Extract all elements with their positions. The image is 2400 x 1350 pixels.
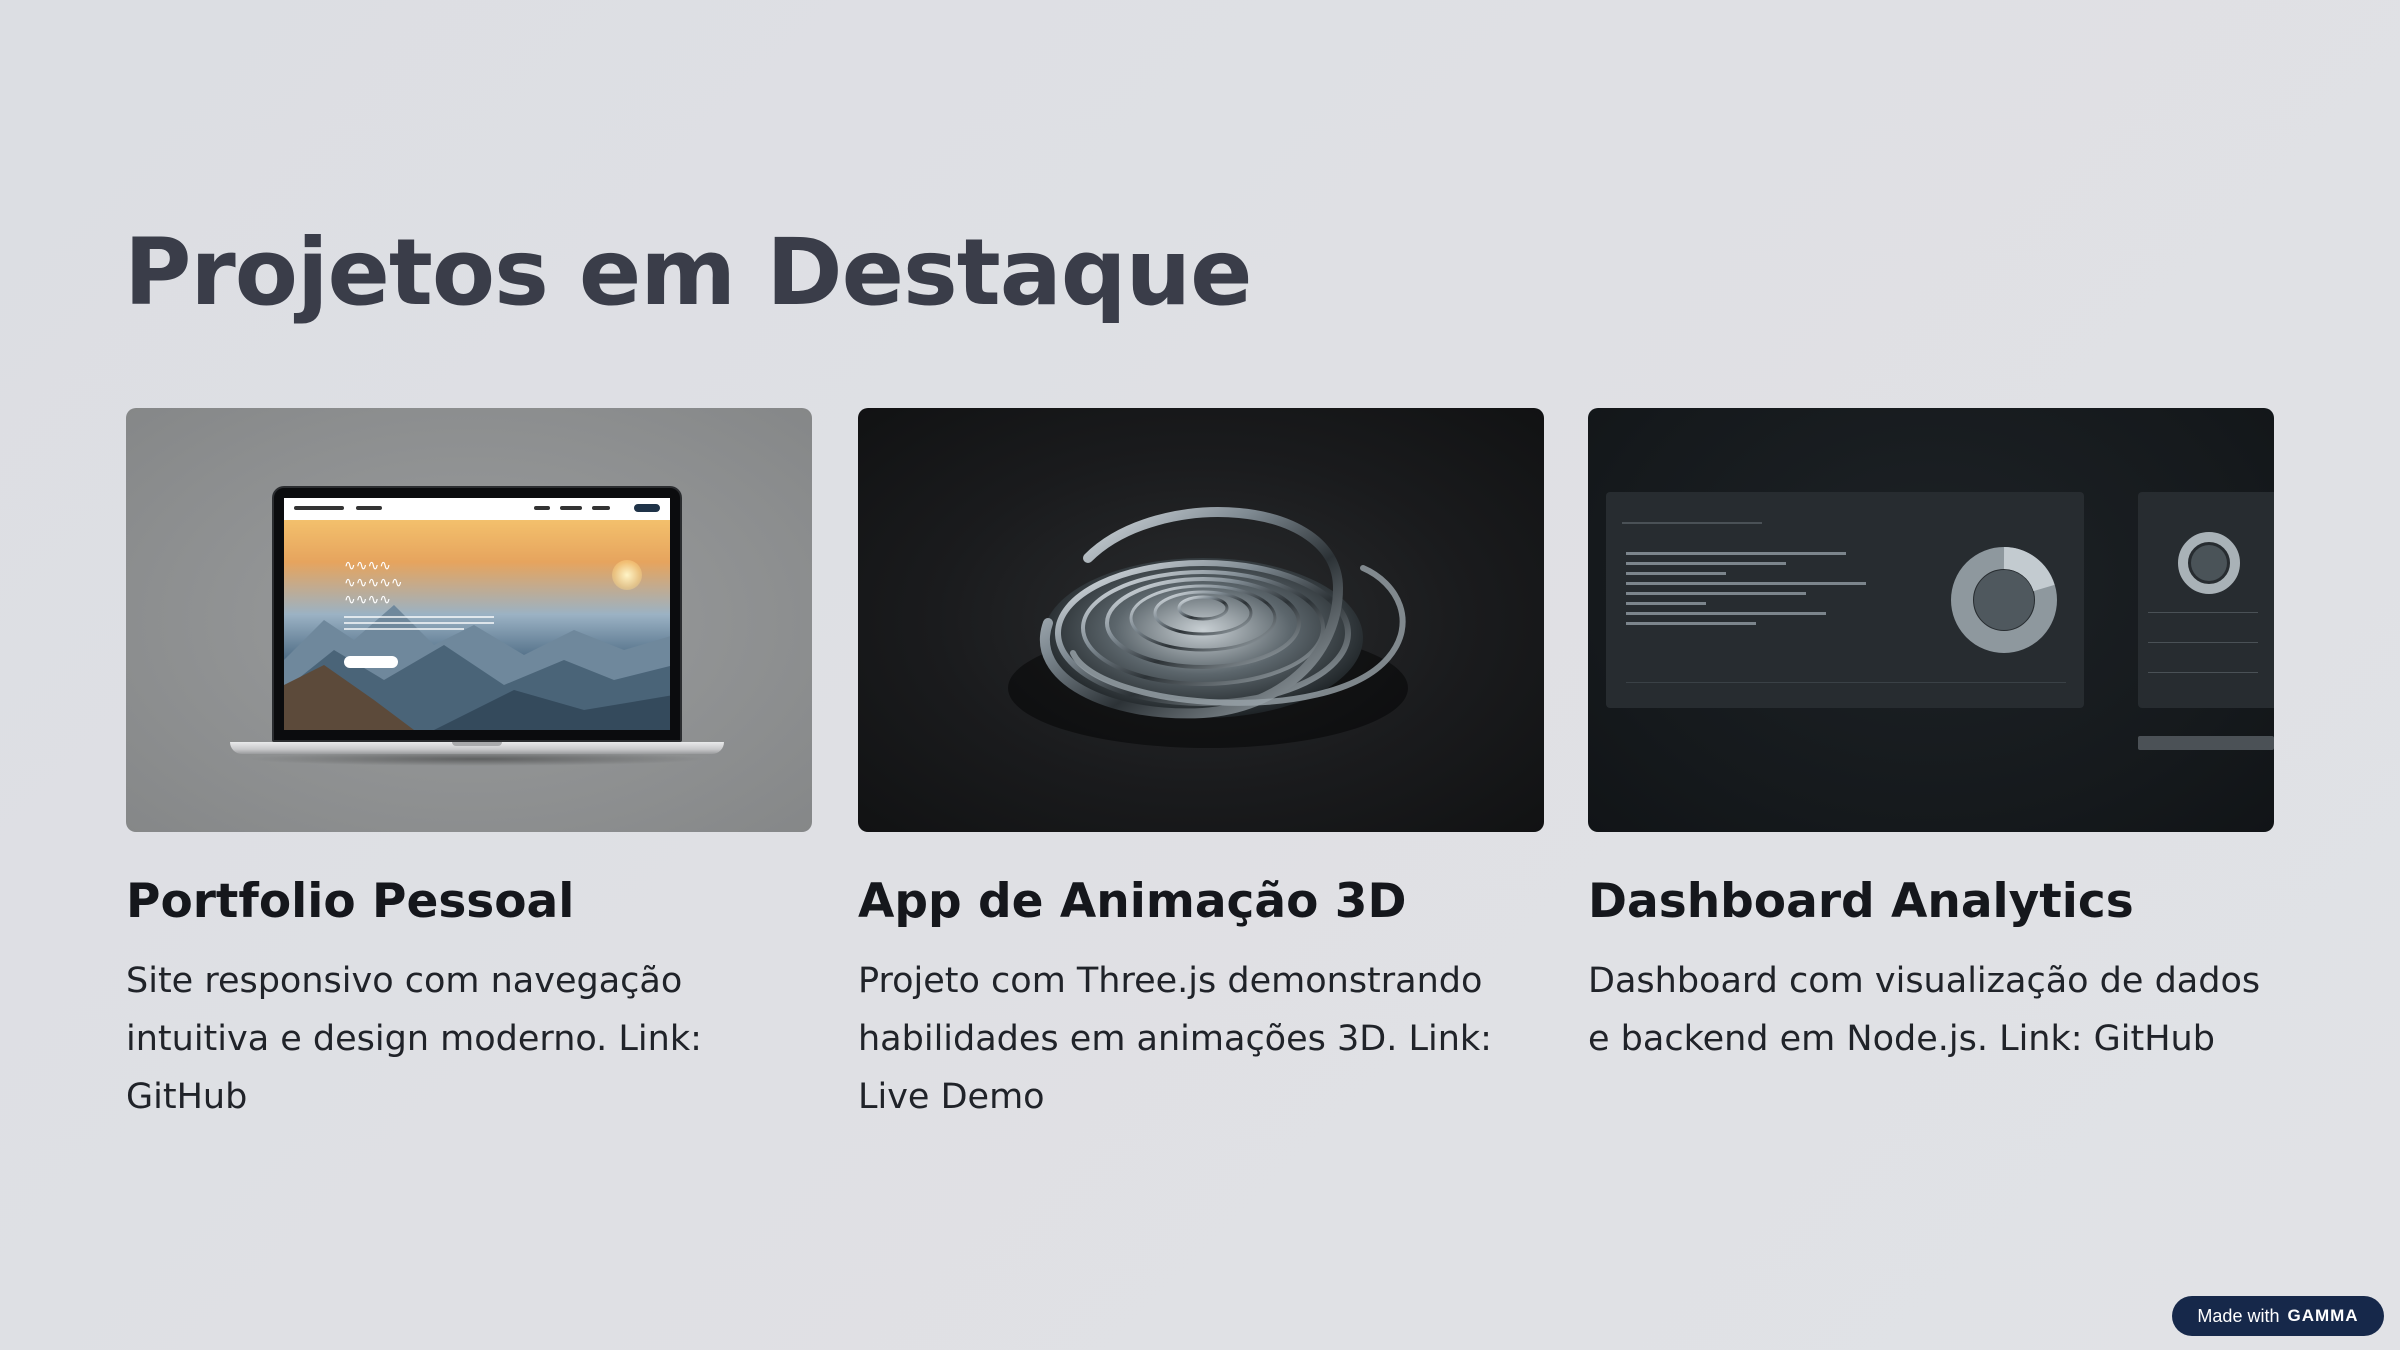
card-description: Projeto com Three.js demonstrando habili… [858,961,1492,1118]
badge-prefix: Made with [2197,1305,2280,1326]
3d-swirl-image [858,408,1544,832]
made-with-gamma-badge[interactable]: Made with GAMMA [2172,1296,2384,1336]
laptop-notch [452,742,502,746]
laptop-screen: ∿∿∿∿ ∿∿∿∿∿ ∿∿∿∿ [272,486,682,742]
project-card-portfolio[interactable]: ∿∿∿∿ ∿∿∿∿∿ ∿∿∿∿ Portfolio Pessoal Site res… [126,408,812,1126]
dashboard-side-panel [2138,492,2274,708]
hero-text-lines [344,616,494,634]
website-nav [284,498,670,520]
donut-chart-icon [1951,547,2057,653]
dashboard-main-panel [1606,492,2084,708]
website-hero: ∿∿∿∿ ∿∿∿∿∿ ∿∿∿∿ [284,520,670,730]
mountains-icon [284,605,670,730]
project-card-dashboard[interactable]: Dashboard Analytics Dashboard com visual… [1588,408,2274,1068]
project-card-3d-animation[interactable]: App de Animação 3D Projeto com Three.js … [858,408,1544,1126]
slide: Projetos em Destaque ∿∿∿∿ ∿∿∿∿∿ ∿∿∿∿ Por… [0,0,2400,1350]
dashboard-mockup-image [1588,408,2274,832]
swirl-icon [1008,507,1408,748]
hero-heading-graphic: ∿∿∿∿ ∿∿∿∿∿ ∿∿∿∿ [344,558,403,608]
laptop-shadow [246,752,708,766]
card-title: Dashboard Analytics [1588,874,2134,929]
website-preview: ∿∿∿∿ ∿∿∿∿∿ ∿∿∿∿ [284,498,670,730]
card-description: Site responsivo com navegação intuitiva … [126,961,702,1118]
card-description: Dashboard com visualização de dados e ba… [1588,961,2261,1060]
gamma-logo: GAMMA [2287,1306,2359,1325]
ring-chart-icon [2178,532,2240,594]
hero-button-graphic [344,656,398,668]
page-title: Projetos em Destaque [124,219,1253,326]
card-title: App de Animação 3D [858,874,1407,929]
card-title: Portfolio Pessoal [126,874,575,929]
dashboard-button-graphic [2138,736,2274,750]
laptop-mockup-image: ∿∿∿∿ ∿∿∿∿∿ ∿∿∿∿ [126,408,812,832]
